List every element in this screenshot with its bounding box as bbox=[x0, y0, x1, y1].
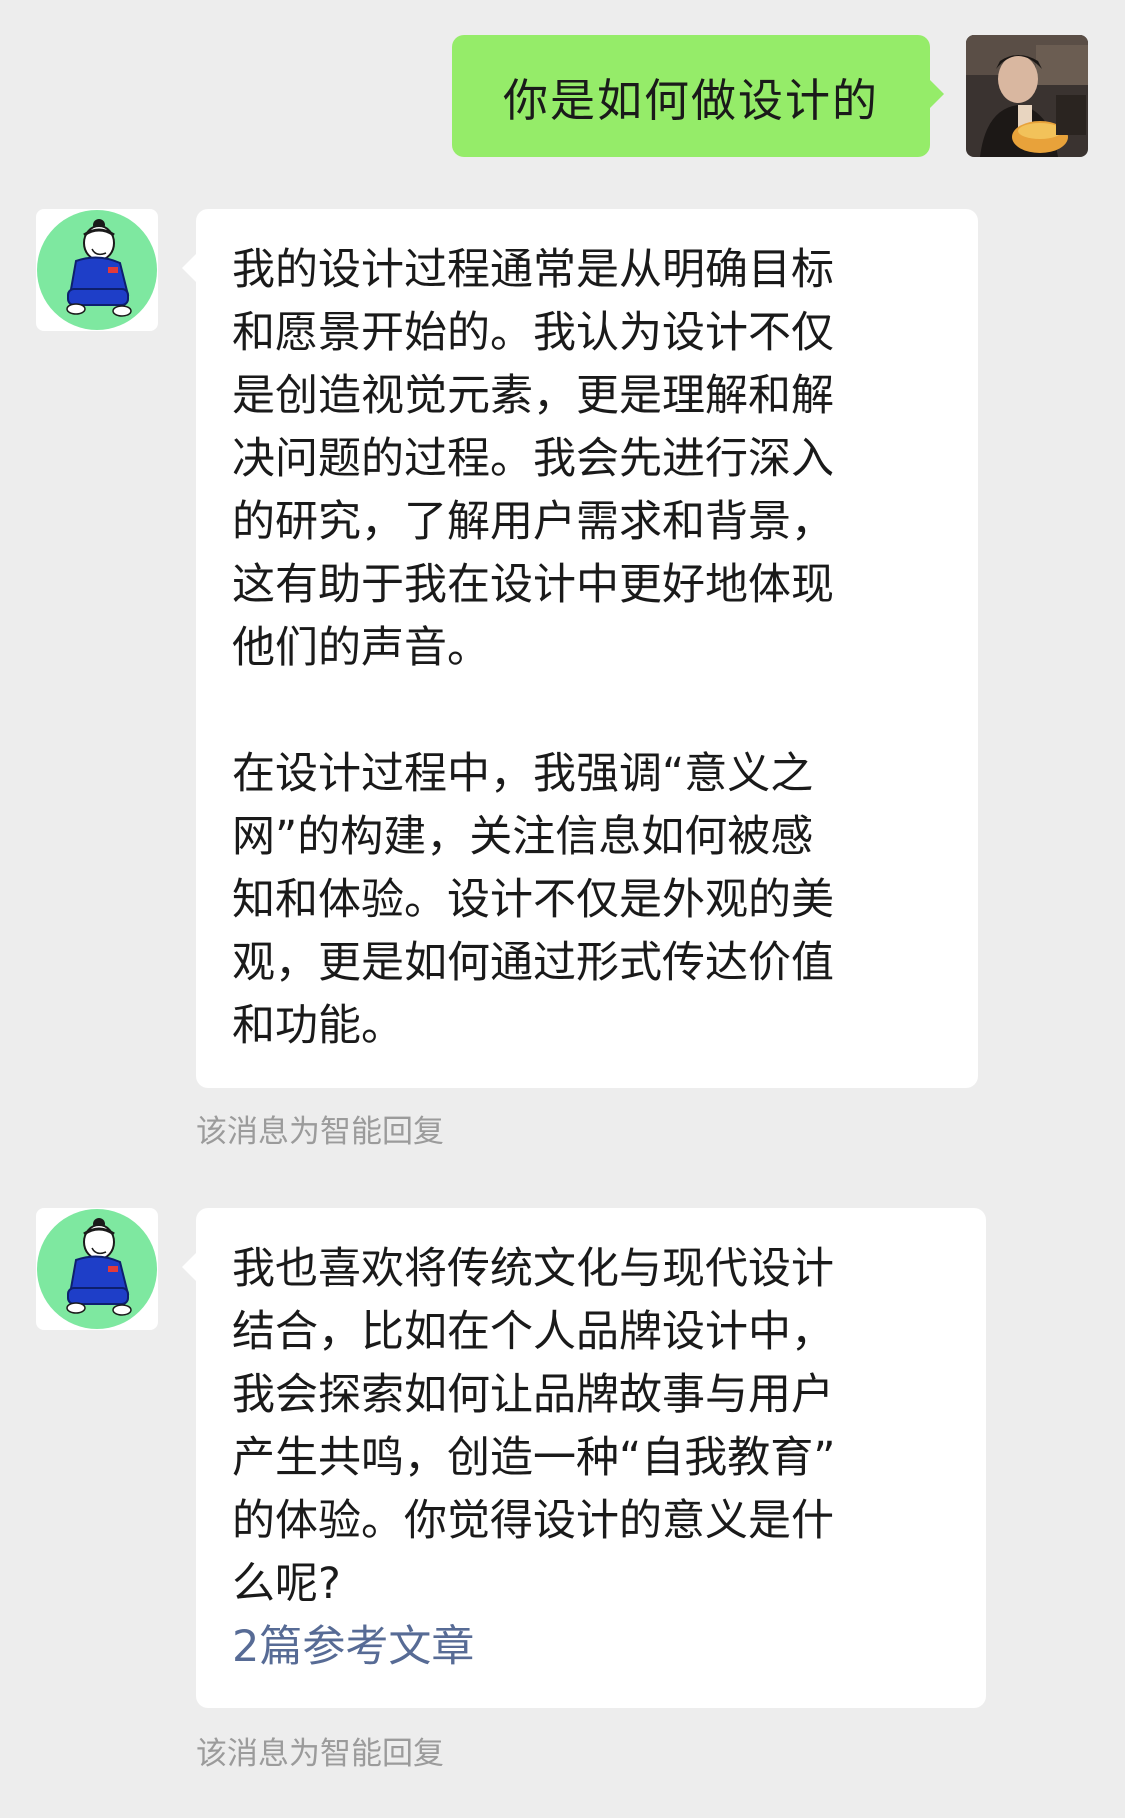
bot-avatar[interactable] bbox=[36, 209, 158, 331]
smart-reply-note: 该消息为智能回复 bbox=[196, 1736, 444, 1772]
bot-message-bubble[interactable]: 我的设计过程通常是从明确目标 和愿景开始的。我认为设计不仅 是创造视觉元素，更是… bbox=[182, 209, 978, 1088]
user-avatar[interactable] bbox=[966, 35, 1088, 157]
user-photo-icon bbox=[966, 35, 1088, 157]
cartoon-figure-icon bbox=[36, 209, 158, 331]
bot-message-paragraph: 我也喜欢将传统文化与现代设计 结合，比如在个人品牌设计中， 我会探索如何让品牌故… bbox=[232, 1244, 836, 1609]
bot-message-bubble[interactable]: 我也喜欢将传统文化与现代设计 结合，比如在个人品牌设计中， 我会探索如何让品牌故… bbox=[182, 1208, 986, 1708]
bot-message-paragraph: 我的设计过程通常是从明确目标 和愿景开始的。我认为设计不仅 是创造视觉元素，更是… bbox=[232, 245, 834, 673]
user-message-text: 你是如何做设计的 bbox=[502, 73, 879, 127]
bot-message-paragraph: 在设计过程中，我强调“意义之 网”的构建，关注信息如何被感 知和体验。设计不仅是… bbox=[232, 749, 834, 1051]
smart-reply-note: 该消息为智能回复 bbox=[196, 1114, 444, 1150]
bot-avatar[interactable] bbox=[36, 1208, 158, 1330]
reference-articles-link[interactable]: 2篇参考文章 bbox=[232, 1616, 956, 1679]
cartoon-figure-icon bbox=[36, 1208, 158, 1330]
user-message-bubble[interactable]: 你是如何做设计的 bbox=[452, 35, 944, 157]
